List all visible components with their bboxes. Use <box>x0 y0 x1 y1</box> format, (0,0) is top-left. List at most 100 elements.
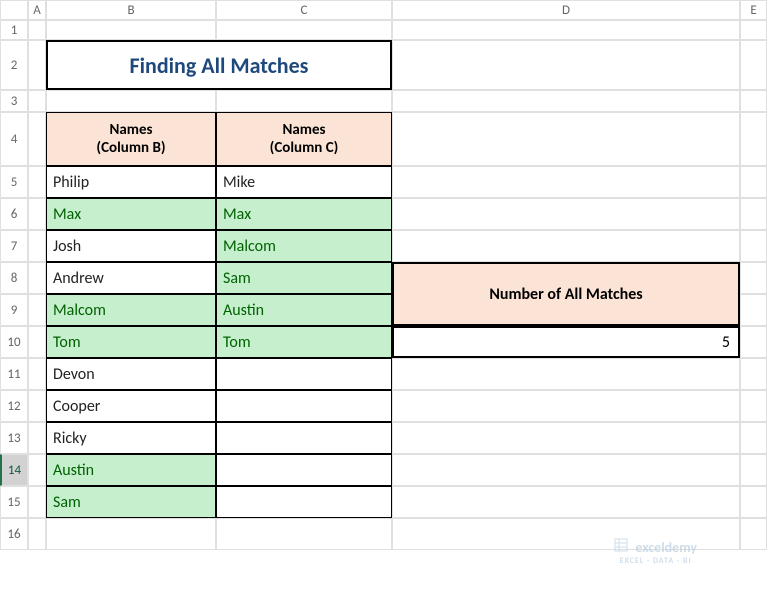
cell-d2[interactable] <box>392 40 740 90</box>
cell-e11[interactable] <box>740 358 767 390</box>
page-title[interactable]: Finding All Matches <box>46 40 392 90</box>
cell-a13[interactable] <box>28 422 46 454</box>
cell-a12[interactable] <box>28 390 46 422</box>
row-header-15[interactable]: 15 <box>0 486 28 518</box>
cell-c1[interactable] <box>216 20 392 40</box>
cell-d4[interactable] <box>392 112 740 166</box>
data-b-10[interactable]: Sam <box>46 486 216 518</box>
data-b-0[interactable]: Philip <box>46 166 216 198</box>
row-header-14[interactable]: 14 <box>0 454 28 486</box>
cell-a7[interactable] <box>28 230 46 262</box>
data-b-7[interactable]: Cooper <box>46 390 216 422</box>
row-header-11[interactable]: 11 <box>0 358 28 390</box>
select-all-corner[interactable] <box>0 0 28 20</box>
cell-a3[interactable] <box>28 90 46 112</box>
data-c-4[interactable]: Austin <box>216 294 392 326</box>
data-c-7[interactable] <box>216 390 392 422</box>
data-c-3[interactable]: Sam <box>216 262 392 294</box>
cell-e8[interactable] <box>740 262 767 294</box>
cell-d5[interactable] <box>392 166 740 198</box>
data-c-0[interactable]: Mike <box>216 166 392 198</box>
cell-d11[interactable] <box>392 358 740 390</box>
cell-a1[interactable] <box>28 20 46 40</box>
cell-e1[interactable] <box>740 20 767 40</box>
row-header-6[interactable]: 6 <box>0 198 28 230</box>
row-header-3[interactable]: 3 <box>0 90 28 112</box>
data-b-8[interactable]: Ricky <box>46 422 216 454</box>
cell-d12[interactable] <box>392 390 740 422</box>
data-b-3[interactable]: Andrew <box>46 262 216 294</box>
row-header-7[interactable]: 7 <box>0 230 28 262</box>
cell-b3[interactable] <box>46 90 216 112</box>
data-c-1[interactable]: Max <box>216 198 392 230</box>
cell-d15[interactable] <box>392 486 740 518</box>
data-b-2[interactable]: Josh <box>46 230 216 262</box>
data-b-1[interactable]: Max <box>46 198 216 230</box>
cell-a9[interactable] <box>28 294 46 326</box>
cell-e15[interactable] <box>740 486 767 518</box>
table-header-b[interactable]: Names (Column B) <box>46 112 216 166</box>
cell-e4[interactable] <box>740 112 767 166</box>
cell-a14[interactable] <box>28 454 46 486</box>
cell-d3[interactable] <box>392 90 740 112</box>
row-header-13[interactable]: 13 <box>0 422 28 454</box>
cell-a8[interactable] <box>28 262 46 294</box>
matches-value[interactable]: 5 <box>392 326 740 358</box>
data-b-4[interactable]: Malcom <box>46 294 216 326</box>
cell-e12[interactable] <box>740 390 767 422</box>
row-header-1[interactable]: 1 <box>0 20 28 40</box>
cell-d6[interactable] <box>392 198 740 230</box>
col-header-e[interactable]: E <box>740 0 767 20</box>
matches-label[interactable]: Number of All Matches <box>392 262 740 326</box>
table-header-c[interactable]: Names (Column C) <box>216 112 392 166</box>
cell-a4[interactable] <box>28 112 46 166</box>
cell-e7[interactable] <box>740 230 767 262</box>
row-header-16[interactable]: 16 <box>0 518 28 550</box>
row-header-8[interactable]: 8 <box>0 262 28 294</box>
cell-a15[interactable] <box>28 486 46 518</box>
cell-a10[interactable] <box>28 326 46 358</box>
cell-c16[interactable] <box>216 518 392 550</box>
row-header-12[interactable]: 12 <box>0 390 28 422</box>
data-c-5[interactable]: Tom <box>216 326 392 358</box>
cell-e10[interactable] <box>740 326 767 358</box>
data-c-2[interactable]: Malcom <box>216 230 392 262</box>
data-b-5[interactable]: Tom <box>46 326 216 358</box>
cell-e9[interactable] <box>740 294 767 326</box>
cell-e6[interactable] <box>740 198 767 230</box>
cell-e2[interactable] <box>740 40 767 90</box>
data-c-9[interactable] <box>216 454 392 486</box>
col-header-a[interactable]: A <box>28 0 46 20</box>
cell-e13[interactable] <box>740 422 767 454</box>
row-header-4[interactable]: 4 <box>0 112 28 166</box>
cell-b16[interactable] <box>46 518 216 550</box>
col-header-d[interactable]: D <box>392 0 740 20</box>
row-header-10[interactable]: 10 <box>0 326 28 358</box>
row-header-9[interactable]: 9 <box>0 294 28 326</box>
cell-e5[interactable] <box>740 166 767 198</box>
data-c-8[interactable] <box>216 422 392 454</box>
cell-e16[interactable] <box>740 518 767 550</box>
cell-a2[interactable] <box>28 40 46 90</box>
cell-e14[interactable] <box>740 454 767 486</box>
col-header-b[interactable]: B <box>46 0 216 20</box>
cell-d7[interactable] <box>392 230 740 262</box>
data-c-10[interactable] <box>216 486 392 518</box>
cell-c3[interactable] <box>216 90 392 112</box>
cell-a6[interactable] <box>28 198 46 230</box>
cell-d14[interactable] <box>392 454 740 486</box>
row-header-5[interactable]: 5 <box>0 166 28 198</box>
cell-d1[interactable] <box>392 20 740 40</box>
cell-e3[interactable] <box>740 90 767 112</box>
cell-a5[interactable] <box>28 166 46 198</box>
data-b-9[interactable]: Austin <box>46 454 216 486</box>
cell-a11[interactable] <box>28 358 46 390</box>
spreadsheet-grid: A B C D E 1 2 Finding All Matches 3 4 Na… <box>0 0 767 550</box>
cell-d13[interactable] <box>392 422 740 454</box>
cell-b1[interactable] <box>46 20 216 40</box>
col-header-c[interactable]: C <box>216 0 392 20</box>
data-c-6[interactable] <box>216 358 392 390</box>
cell-a16[interactable] <box>28 518 46 550</box>
data-b-6[interactable]: Devon <box>46 358 216 390</box>
row-header-2[interactable]: 2 <box>0 40 28 90</box>
